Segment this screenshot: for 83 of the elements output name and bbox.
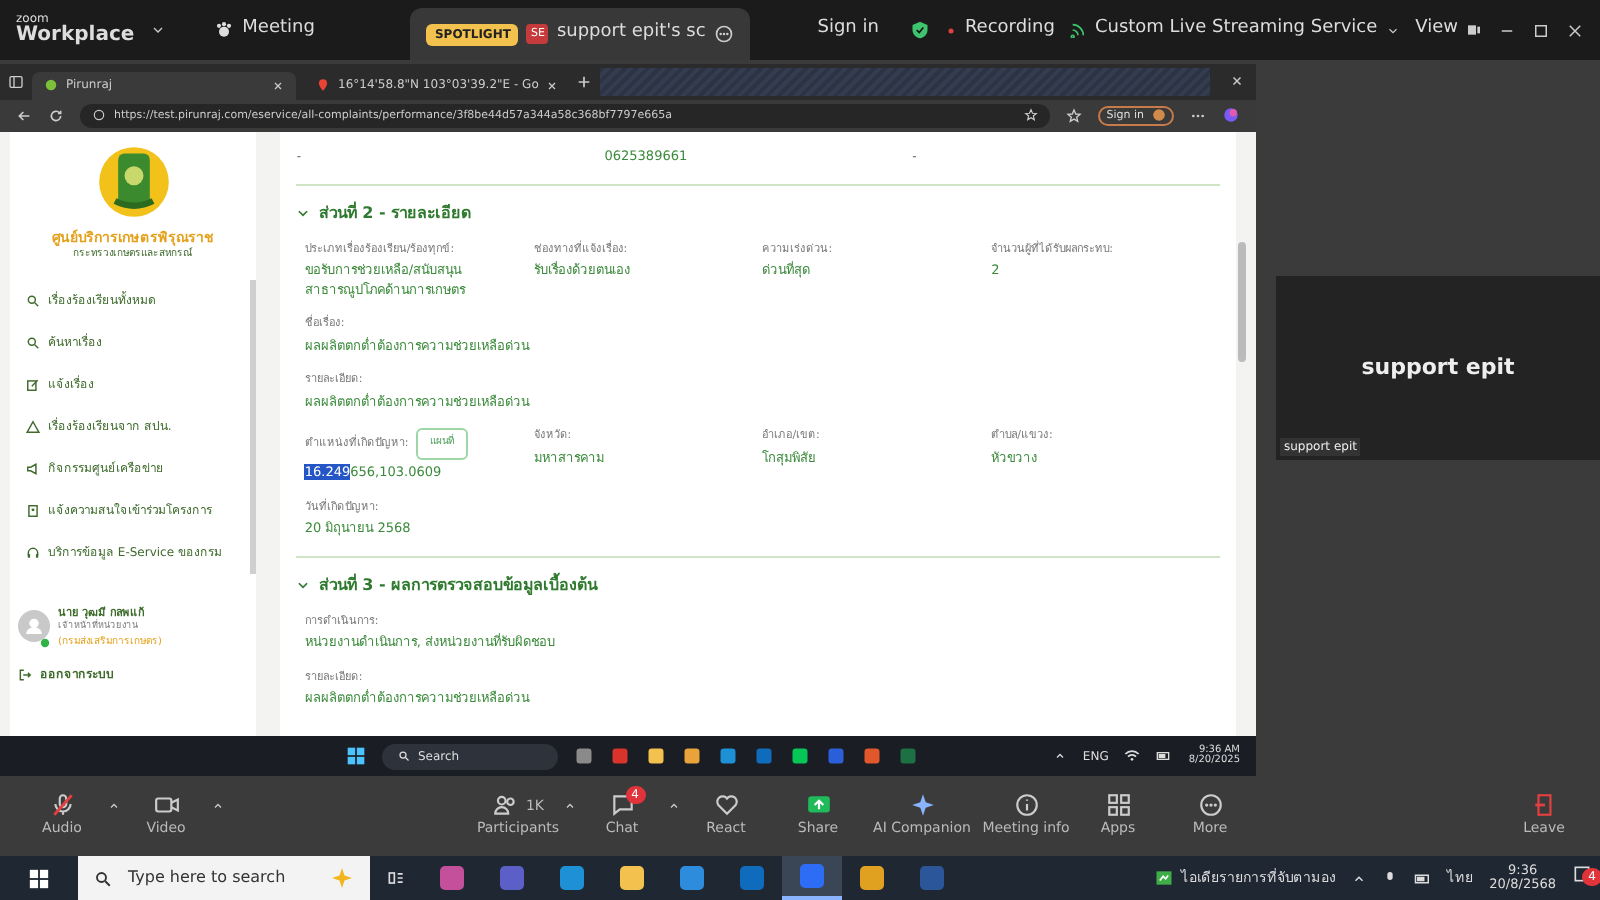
app-icon[interactable] <box>574 746 594 767</box>
windows-start-icon[interactable] <box>28 867 50 889</box>
reload-icon[interactable] <box>48 107 64 124</box>
caret-icon[interactable] <box>668 800 680 813</box>
caret-icon[interactable] <box>1385 23 1400 37</box>
heart-icon <box>713 792 739 819</box>
exit-door-icon <box>1531 792 1557 819</box>
camera-icon <box>153 792 179 819</box>
wifi-icon[interactable] <box>1124 748 1141 765</box>
scrollbar-thumb[interactable] <box>1238 241 1247 362</box>
shield-icon <box>910 20 931 40</box>
search-icon <box>398 750 410 763</box>
sparkle-icon <box>330 866 354 890</box>
sparkle-icon <box>909 792 935 819</box>
logout-icon <box>18 668 32 683</box>
site-info-icon[interactable] <box>92 108 106 123</box>
brand-logo: Workplace <box>16 26 135 46</box>
app-icon[interactable] <box>718 746 738 767</box>
microphone-icon[interactable] <box>1381 870 1398 886</box>
search-field[interactable]: Type here to search <box>78 856 370 900</box>
windows-start-icon[interactable] <box>346 746 366 767</box>
new-tab-icon[interactable] <box>576 73 592 90</box>
caret-icon[interactable] <box>150 22 167 38</box>
info-icon <box>1013 792 1039 819</box>
taskbar-app[interactable] <box>782 856 842 900</box>
warning-icon <box>26 419 40 434</box>
view-icon[interactable] <box>1466 22 1482 38</box>
document-icon <box>26 503 40 518</box>
apps-icon <box>1105 792 1131 819</box>
close-icon[interactable] <box>1566 21 1584 39</box>
share-title: support epit's sc <box>556 20 706 47</box>
caret-icon[interactable] <box>108 800 120 813</box>
participants-icon <box>491 792 518 819</box>
battery-icon[interactable] <box>1156 748 1173 765</box>
app-icon[interactable] <box>862 746 882 767</box>
more-icon <box>1197 792 1223 819</box>
search-icon <box>26 293 40 308</box>
chevron-icon[interactable] <box>296 578 311 593</box>
close-icon[interactable] <box>546 79 559 92</box>
section-title: ส่วนที่ 3 - ผลการตรวจสอบข้อมูลเบื้องต้น <box>318 573 598 598</box>
caret-icon[interactable] <box>564 800 576 813</box>
app-icon[interactable] <box>790 746 810 767</box>
user-avatar-icon <box>18 609 50 642</box>
megaphone-icon <box>26 461 40 476</box>
search-icon <box>26 335 40 350</box>
chevron-icon[interactable] <box>296 206 311 221</box>
logo-icon <box>95 143 172 220</box>
meeting-label: Meeting <box>242 16 315 43</box>
tab-panel-icon[interactable] <box>8 73 24 90</box>
maximize-icon[interactable] <box>1532 21 1550 39</box>
chevron-icon[interactable] <box>1054 750 1067 763</box>
participant-name: support epit <box>1361 351 1515 384</box>
app-icon[interactable] <box>682 746 702 767</box>
paw-icon <box>214 20 235 40</box>
favorites-icon[interactable] <box>1066 107 1083 124</box>
edit-icon <box>26 377 40 392</box>
close-icon[interactable] <box>272 79 284 92</box>
headset-icon <box>26 545 40 560</box>
chart-icon <box>1153 868 1174 888</box>
caret-icon[interactable] <box>212 800 224 813</box>
notification-icon[interactable] <box>1572 864 1592 884</box>
leaf-icon <box>44 78 58 93</box>
map-pin-icon <box>316 78 330 93</box>
chevron-icon[interactable] <box>1351 871 1366 885</box>
avatar-icon <box>1152 108 1166 123</box>
streaming-label[interactable]: Custom Live Streaming Service <box>1094 16 1378 44</box>
back-icon[interactable] <box>16 107 32 124</box>
section-title: ส่วนที่ 2 - รายละเอียด <box>318 201 472 226</box>
sign-in-link[interactable]: Sign in <box>817 16 879 44</box>
more-icon[interactable] <box>713 24 734 44</box>
view-label[interactable]: View <box>1415 16 1458 44</box>
app-icon[interactable] <box>646 746 666 767</box>
recording-label: Recording <box>964 16 1055 43</box>
chat-icon <box>609 792 635 819</box>
stream-icon <box>1070 22 1087 38</box>
search-icon <box>94 869 112 887</box>
copilot-icon[interactable] <box>1222 106 1240 125</box>
battery-icon[interactable] <box>1413 869 1432 887</box>
record-dot-icon <box>946 25 957 35</box>
task-view-icon[interactable] <box>386 868 406 888</box>
close-icon[interactable] <box>1230 74 1244 89</box>
star-icon[interactable] <box>1024 108 1039 123</box>
share-icon <box>805 792 831 819</box>
